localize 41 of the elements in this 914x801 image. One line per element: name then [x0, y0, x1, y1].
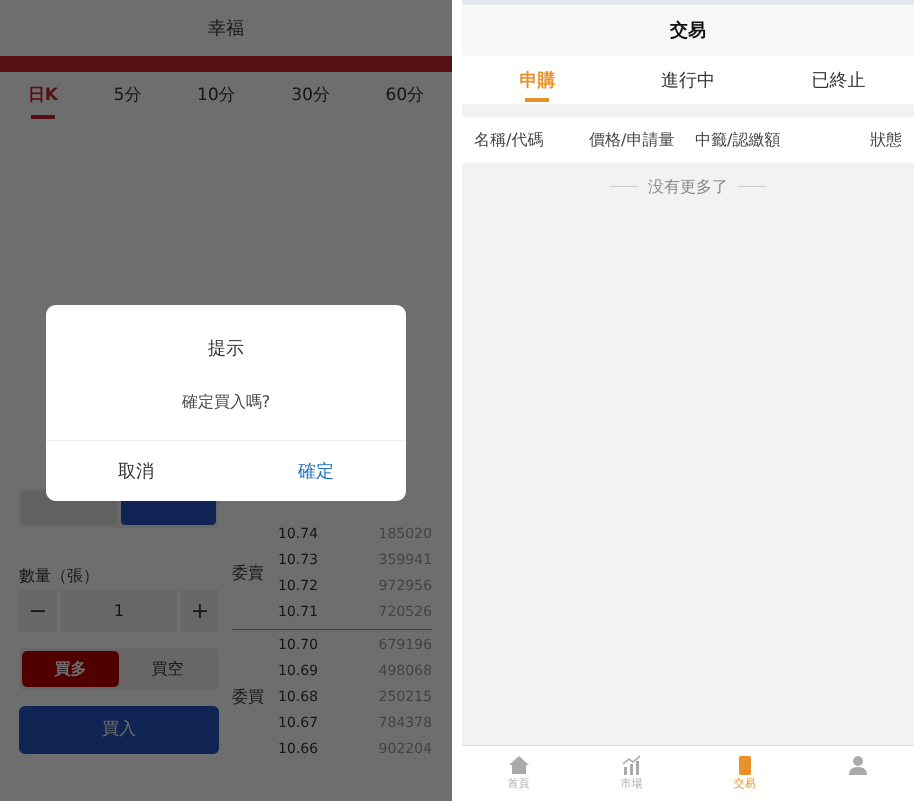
price-text: 10.67	[278, 714, 318, 732]
price-text: 10.72	[278, 576, 318, 596]
buy-button[interactable]: 買入	[19, 706, 219, 754]
chart-icon	[620, 754, 642, 776]
price-text: 10.74	[278, 524, 318, 544]
cancel-button[interactable]: 取消	[46, 441, 226, 501]
column-header: 中籤/認繳額	[695, 129, 782, 151]
column-header: 名稱/代碼	[474, 129, 544, 151]
price-text: 10.66	[278, 740, 318, 758]
minus-button[interactable]: −	[19, 590, 57, 632]
tab[interactable]: 進行中	[612, 56, 764, 104]
dialog-message: 確定買入嗎?	[180, 391, 272, 413]
price-text: 10.71	[278, 602, 318, 622]
quantity-label: 數量（張）	[19, 565, 100, 587]
period-tab[interactable]: 5分	[108, 79, 148, 113]
dialog-title: 提示	[207, 337, 245, 361]
nav-item[interactable]: 首頁	[462, 746, 575, 801]
period-tab[interactable]: 30分	[285, 79, 336, 113]
home-icon	[508, 754, 530, 776]
screen-title: 交易	[462, 5, 914, 56]
tab[interactable]: 已終止	[763, 56, 914, 104]
quantity-field[interactable]: 1	[61, 590, 177, 632]
order-book-label: 委買	[232, 686, 265, 708]
nav-item[interactable]: 市場	[575, 746, 688, 801]
price-text: 10.68	[278, 688, 318, 706]
period-tab[interactable]: 10分	[191, 79, 242, 113]
direction-option[interactable]: 買空	[119, 651, 216, 687]
confirm-button[interactable]: 確定	[226, 441, 406, 501]
period-tab[interactable]: 60分	[380, 79, 430, 113]
column-header: 狀態	[870, 129, 902, 151]
plus-button[interactable]: +	[181, 590, 219, 632]
empty-message: 没有更多了	[648, 176, 728, 198]
order-book-label: 委賣	[232, 562, 265, 584]
direction-toggle[interactable]: 買多 買空	[19, 648, 219, 690]
price-text: 10.73	[278, 550, 318, 570]
column-header: 價格/申請量	[589, 129, 676, 151]
direction-option[interactable]: 買多	[22, 651, 119, 687]
price-text: 10.70	[278, 636, 318, 654]
nav-item[interactable]: 交易	[688, 746, 801, 801]
person-icon	[846, 754, 868, 776]
price-text: 10.69	[278, 662, 318, 680]
